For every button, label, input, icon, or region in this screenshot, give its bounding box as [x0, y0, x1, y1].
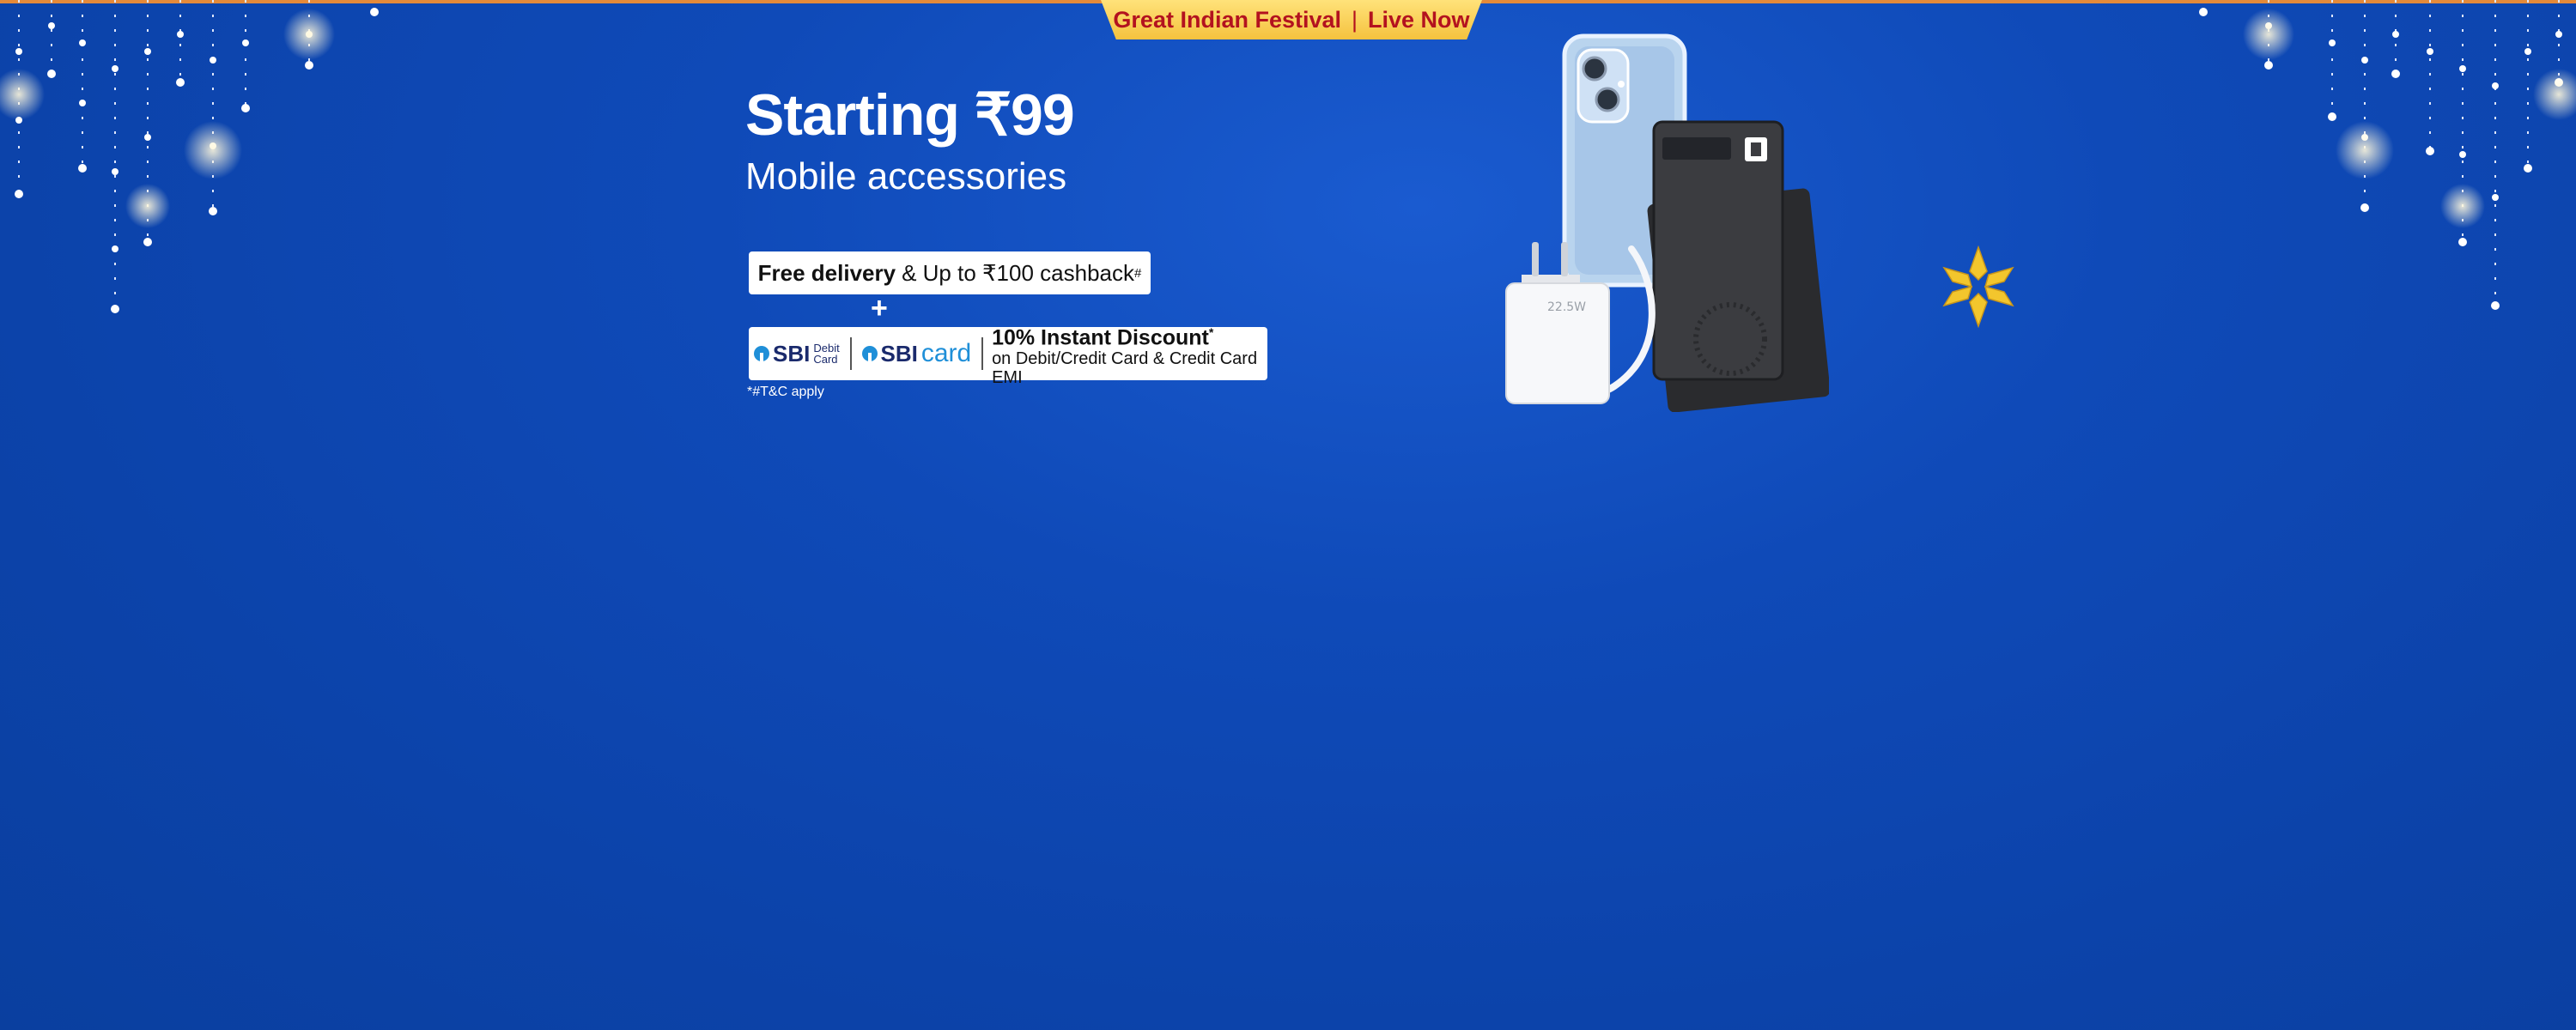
discount-title: 10% Instant Discount* — [992, 320, 1267, 349]
sbi-card-logo: SBI card — [857, 327, 977, 380]
sbi-debit-brand: SBI — [773, 340, 811, 367]
eight-point-star-icon — [1942, 245, 2014, 328]
string-lights-left — [0, 0, 379, 313]
delivery-bold: Free delivery — [757, 259, 896, 286]
festival-separator: | — [1352, 6, 1358, 33]
discount-mark: * — [1208, 324, 1214, 339]
hero-text: Starting ₹99 Mobile accessories — [745, 82, 1075, 197]
bank-divider-2 — [981, 337, 984, 370]
discount-block: 10% Instant Discount* on Debit/Credit Ca… — [992, 320, 1267, 387]
sbi-logo-icon — [754, 346, 769, 361]
sbi-debit-logo: SBI Debit Card — [749, 327, 845, 380]
delivery-mark: # — [1134, 265, 1142, 281]
sbi-debit-small-2: Card — [813, 353, 838, 366]
terms-note: *#T&C apply — [747, 385, 824, 399]
power-bank-icon — [1647, 120, 1829, 412]
festival-name: Great Indian Festival — [1113, 6, 1342, 33]
sbi-card-icon — [861, 346, 878, 361]
festival-tab[interactable]: Great Indian Festival | Live Now — [1101, 0, 1482, 39]
discount-title-text: 10% Instant Discount — [992, 325, 1209, 350]
plus-sign: + — [871, 292, 888, 324]
sbi-debit-small: Debit Card — [813, 342, 839, 365]
subhead: Mobile accessories — [745, 155, 1067, 197]
string-lights-right — [2199, 0, 2576, 310]
bank-offer: SBI Debit Card SBI card 10% Instant Disc… — [749, 325, 1267, 387]
product-image[interactable]: 22.5W — [1485, 26, 1829, 412]
sbi-card-word: card — [920, 339, 972, 367]
discount-subtitle: on Debit/Credit Card & Credit Card EMI — [992, 349, 1258, 388]
delivery-offer: Free delivery & Up to ₹100 cashback # — [749, 251, 1151, 294]
festival-status: Live Now — [1368, 6, 1470, 33]
delivery-text: & Up to ₹100 cashback — [902, 259, 1134, 286]
charger-label: 22.5W — [1547, 300, 1586, 314]
bank-divider — [849, 337, 852, 370]
headline: Starting ₹99 — [745, 82, 1075, 148]
sbi-card-brand: SBI — [880, 340, 918, 367]
